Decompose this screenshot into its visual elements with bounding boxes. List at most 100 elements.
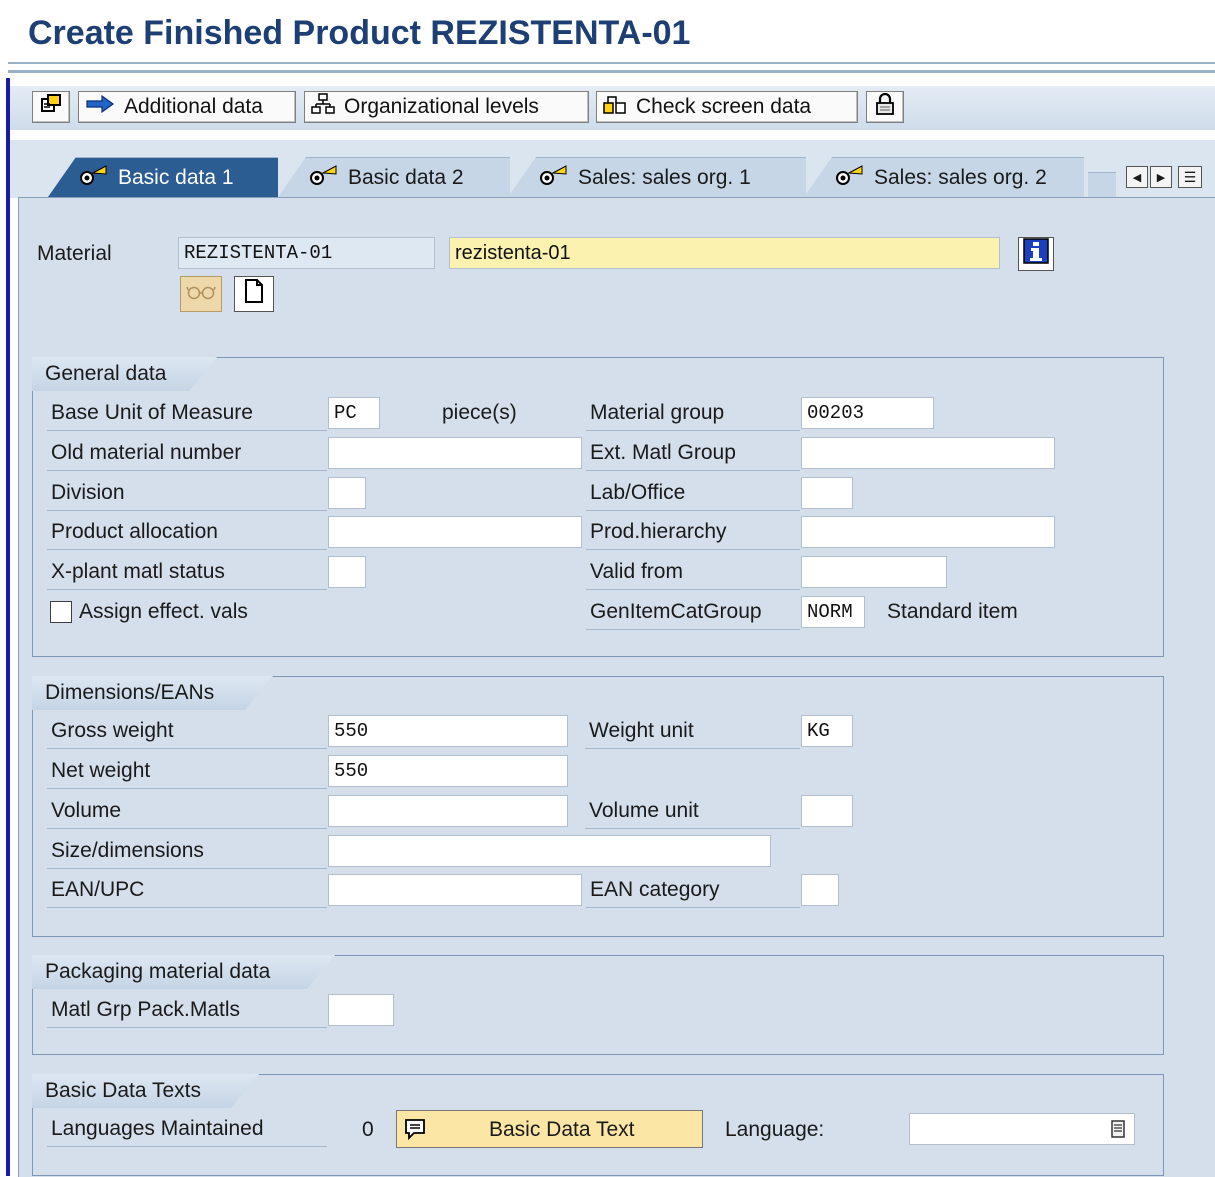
tab-sales-org-1[interactable]: Sales: sales org. 1 bbox=[508, 157, 806, 197]
text-comment-icon bbox=[403, 1117, 427, 1147]
label-underline bbox=[47, 828, 327, 829]
label-underline bbox=[586, 510, 800, 511]
gen-item-cat-label: GenItemCatGroup bbox=[590, 600, 762, 623]
label-underline bbox=[586, 589, 800, 590]
size-dimensions-label: Size/dimensions bbox=[51, 839, 204, 862]
label-underline bbox=[47, 549, 327, 550]
general-data-title: General data bbox=[32, 357, 217, 391]
label-underline bbox=[47, 510, 327, 511]
page-title: Create Finished Product REZISTENTA-01 bbox=[28, 14, 691, 52]
title-rule-bottom bbox=[8, 70, 1215, 73]
volume-label: Volume bbox=[51, 799, 122, 822]
lock-button[interactable] bbox=[866, 91, 904, 123]
material-group-field[interactable]: 00203 bbox=[801, 397, 934, 429]
organizational-levels-button[interactable]: Organizational levels bbox=[304, 91, 589, 123]
weight-unit-label: Weight unit bbox=[589, 719, 694, 742]
label-underline bbox=[47, 1146, 327, 1147]
other-material-button[interactable] bbox=[32, 91, 70, 123]
tab-sales-org-1-label: Sales: sales org. 1 bbox=[578, 165, 751, 189]
lab-office-label: Lab/Office bbox=[590, 481, 686, 504]
ean-upc-field[interactable] bbox=[328, 874, 582, 906]
matl-grp-pack-label: Matl Grp Pack.Matls bbox=[51, 998, 241, 1021]
base-uom-text: piece(s) bbox=[442, 401, 517, 424]
xplant-status-label: X-plant matl status bbox=[51, 560, 225, 583]
view-icon bbox=[834, 164, 864, 192]
label-underline bbox=[47, 430, 327, 431]
tab-list-button[interactable]: ☰ bbox=[1178, 166, 1202, 188]
volume-field[interactable] bbox=[328, 795, 568, 827]
label-underline bbox=[47, 868, 327, 869]
basic-data-text-button[interactable]: Basic Data Text bbox=[396, 1110, 703, 1148]
label-underline bbox=[585, 748, 800, 749]
gross-weight-label: Gross weight bbox=[51, 719, 174, 742]
ext-matl-group-field[interactable] bbox=[801, 437, 1055, 469]
check-screen-data-button[interactable]: Check screen data bbox=[596, 91, 858, 123]
gen-item-cat-field[interactable]: NORM bbox=[801, 596, 865, 628]
glasses-icon bbox=[186, 282, 216, 306]
tab-scroll-right-button[interactable]: ▶ bbox=[1150, 166, 1172, 188]
volume-unit-label: Volume unit bbox=[589, 799, 699, 822]
label-underline bbox=[586, 907, 800, 908]
gross-weight-field[interactable]: 550 bbox=[328, 715, 568, 747]
division-label: Division bbox=[51, 481, 125, 504]
material-description-field[interactable]: rezistenta-01 bbox=[449, 237, 1000, 269]
label-underline bbox=[586, 549, 800, 550]
dimensions-title: Dimensions/EANs bbox=[32, 676, 273, 710]
basic-data-text-label: Basic Data Text bbox=[489, 1118, 635, 1141]
lab-office-field[interactable] bbox=[801, 477, 853, 509]
matl-grp-pack-field[interactable] bbox=[328, 994, 394, 1026]
xplant-status-field[interactable] bbox=[328, 556, 366, 588]
base-uom-field[interactable]: PC bbox=[328, 397, 380, 429]
additional-data-button[interactable]: Additional data bbox=[78, 91, 296, 123]
prod-hierarchy-label: Prod.hierarchy bbox=[590, 520, 727, 543]
weight-unit-field[interactable]: KG bbox=[801, 715, 853, 747]
product-allocation-label: Product allocation bbox=[51, 520, 218, 543]
tab-basic-data-2[interactable]: Basic data 2 bbox=[278, 157, 510, 197]
prod-hierarchy-field[interactable] bbox=[801, 516, 1055, 548]
ext-matl-group-label: Ext. Matl Group bbox=[590, 441, 736, 464]
view-icon bbox=[78, 164, 108, 192]
tab-scroll-left-button[interactable]: ◀ bbox=[1126, 166, 1148, 188]
chevron-left-icon: ◀ bbox=[1132, 171, 1142, 184]
basic-data-texts-title: Basic Data Texts bbox=[32, 1074, 259, 1108]
label-underline bbox=[586, 629, 800, 630]
division-field[interactable] bbox=[328, 477, 366, 509]
label-underline bbox=[585, 828, 800, 829]
dropdown-icon[interactable] bbox=[1109, 1118, 1127, 1140]
valid-from-field[interactable] bbox=[801, 556, 947, 588]
check-screen-icon bbox=[603, 93, 627, 121]
gen-item-cat-text: Standard item bbox=[887, 600, 1018, 623]
chevron-right-icon: ▶ bbox=[1156, 171, 1166, 184]
new-document-button[interactable] bbox=[234, 276, 274, 312]
other-material-icon bbox=[40, 93, 62, 121]
lock-icon bbox=[875, 92, 895, 121]
assign-effect-checkbox[interactable] bbox=[50, 601, 72, 623]
product-allocation-field[interactable] bbox=[328, 516, 582, 548]
info-button[interactable] bbox=[1018, 237, 1054, 271]
tab-basic-data-2-label: Basic data 2 bbox=[348, 165, 464, 189]
size-dimensions-field[interactable] bbox=[328, 835, 771, 867]
title-rule-top bbox=[8, 62, 1215, 64]
list-icon: ☰ bbox=[1183, 168, 1197, 185]
net-weight-field[interactable]: 550 bbox=[328, 755, 568, 787]
packaging-title: Packaging material data bbox=[32, 955, 335, 989]
arrow-right-icon bbox=[85, 94, 115, 120]
tab-overflow-indicator bbox=[1088, 172, 1116, 198]
tab-sales-org-2[interactable]: Sales: sales org. 2 bbox=[804, 157, 1084, 197]
display-glasses-button[interactable] bbox=[180, 276, 222, 312]
label-underline bbox=[47, 470, 327, 471]
old-material-field[interactable] bbox=[328, 437, 582, 469]
material-group-label: Material group bbox=[590, 401, 725, 424]
label-underline bbox=[47, 1027, 327, 1028]
material-label: Material bbox=[37, 242, 112, 265]
languages-maintained-label: Languages Maintained bbox=[51, 1117, 264, 1140]
ean-category-field[interactable] bbox=[801, 874, 839, 906]
languages-count: 0 bbox=[362, 1118, 374, 1141]
tab-sales-org-2-label: Sales: sales org. 2 bbox=[874, 165, 1047, 189]
label-underline bbox=[47, 907, 327, 908]
volume-unit-field[interactable] bbox=[801, 795, 853, 827]
view-icon bbox=[538, 164, 568, 192]
material-number-field[interactable]: REZISTENTA-01 bbox=[178, 237, 435, 269]
tab-basic-data-1[interactable]: Basic data 1 bbox=[48, 157, 278, 197]
language-dropdown[interactable] bbox=[909, 1113, 1135, 1145]
